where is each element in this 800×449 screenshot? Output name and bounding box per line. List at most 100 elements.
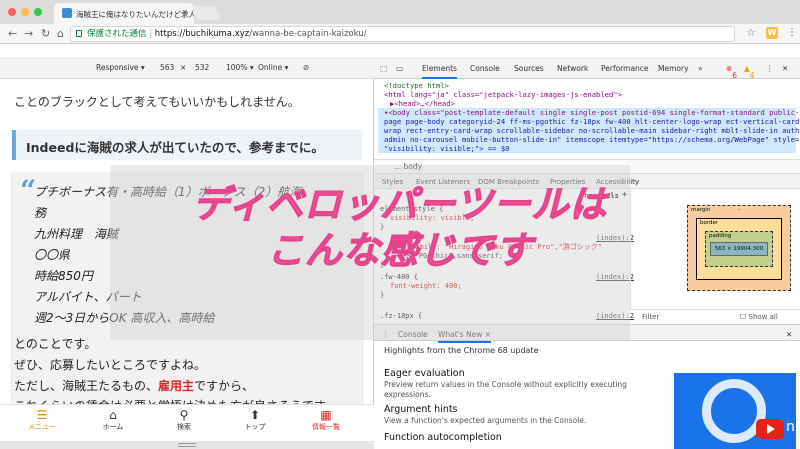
arrow-up-icon: ⬆ <box>249 408 261 422</box>
youtube-play-icon[interactable] <box>756 419 784 439</box>
tab-elements[interactable]: Elements <box>422 64 457 79</box>
extension-icon[interactable]: W <box>766 27 778 39</box>
nav-info-list-button[interactable]: ▦ 情報一覧 <box>296 408 356 432</box>
menu-icon: ☰ <box>36 408 48 422</box>
viewport-height-input[interactable]: 532 <box>195 63 209 72</box>
nav-label: メニュー <box>28 423 56 431</box>
tab-performance[interactable]: Performance <box>601 64 649 73</box>
inspect-element-icon[interactable]: ⬚ <box>380 64 387 73</box>
secure-connection-label: 保護された通信 <box>87 29 147 39</box>
gray-overlay <box>110 165 630 340</box>
device-select[interactable]: Responsive ▾ <box>96 63 145 72</box>
nav-top-button[interactable]: ⬆ トップ <box>225 408 285 432</box>
home-icon: ⌂ <box>109 408 117 422</box>
tab-title: 海賊王に俺はなりたいんだけど求人 <box>76 10 194 19</box>
browser-menu-icon[interactable]: ⋮ <box>787 27 797 38</box>
dimension-times: × <box>180 63 187 72</box>
nav-label: ホーム <box>102 423 124 431</box>
viewport-width-input[interactable]: 563 <box>160 63 174 72</box>
tab-close-icon[interactable]: ✕ <box>181 8 188 17</box>
highlights-title: Highlights from the Chrome 68 update <box>384 346 539 355</box>
body-text: とのことです。 <box>14 337 97 351</box>
feature-desc: View a function's expected arguments in … <box>384 416 587 425</box>
minimize-window-icon[interactable] <box>21 8 29 16</box>
box-padding: padding 563 × 19904.300 <box>705 231 773 267</box>
thumbnail-text: n <box>786 419 795 435</box>
maximize-window-icon[interactable] <box>34 8 42 16</box>
padding-label: padding <box>709 233 732 239</box>
margin-label: margin <box>691 207 711 213</box>
border-label: border <box>700 220 719 226</box>
box-border: border padding 563 × 19904.300 <box>696 218 782 280</box>
show-all-checkbox[interactable]: ☐ Show all <box>740 313 778 321</box>
dom-body-class: admin no-carousel mobile-button-slide-in… <box>378 135 799 144</box>
show-all-label: Show all <box>748 313 778 321</box>
heading-text: Indeedに海賊の求人が出ていたので、参考までに。 <box>26 140 324 155</box>
error-count-badge[interactable]: ⊗ 6 <box>726 64 737 80</box>
body-text: ぜひ、応募したいところですよね。 <box>14 358 207 372</box>
dom-head[interactable]: ▶<head>…</head> <box>390 99 455 108</box>
bookmark-star-icon[interactable]: ☆ <box>746 26 756 39</box>
device-mode-icon[interactable]: ▭ <box>396 64 403 73</box>
body-text-part: ただし、海賊王たるもの、 <box>14 379 159 393</box>
nav-label: トップ <box>244 423 266 431</box>
margin-top-value[interactable]: - <box>738 207 740 213</box>
reload-icon[interactable]: ↻ <box>41 27 50 40</box>
dom-body-style: "visibility: visible;"> == $0 <box>378 144 796 153</box>
nav-label: 情報一覧 <box>312 423 340 431</box>
nav-search-button[interactable]: ⚲ 検索 <box>154 408 214 432</box>
box-content-size[interactable]: 563 × 19904.300 <box>710 242 768 256</box>
quote-line: 九州料理 海賊 <box>34 227 119 241</box>
feature-title[interactable]: Eager evaluation <box>384 368 465 379</box>
tab-console[interactable]: Console <box>470 64 500 73</box>
devtools-menu-icon[interactable]: ⋮ <box>766 64 774 73</box>
dom-body-class: page page-body categoryid-24 ff-ms-pgoth… <box>378 117 800 126</box>
more-tabs-icon[interactable]: » <box>698 64 703 73</box>
nav-home-button[interactable]: ⌂ ホーム <box>83 408 143 432</box>
new-tab-button[interactable] <box>191 6 221 20</box>
viewport-resize-handle[interactable] <box>0 441 374 449</box>
home-icon[interactable]: ⌂ <box>57 27 64 40</box>
drawer-close-icon[interactable]: ✕ <box>786 330 792 339</box>
url-host: https://buchikuma.xyz <box>154 29 250 39</box>
dom-doctype[interactable]: <!doctype html> <box>384 81 449 90</box>
tab-network[interactable]: Network <box>557 64 588 73</box>
body-text: ただし、海賊王たるもの、雇用主ですから、 <box>14 377 254 394</box>
warning-count-badge[interactable]: ▲ 4 <box>744 64 755 80</box>
rotate-icon[interactable]: ⊘ <box>303 63 309 72</box>
active-tab[interactable]: 海賊王に俺はなりたいんだけど求人 ✕ <box>54 3 194 24</box>
url-path: /wanna-be-captain-kaizoku/ <box>249 29 367 39</box>
devtools-close-icon[interactable]: ✕ <box>782 64 788 73</box>
forward-icon[interactable]: → <box>24 27 33 40</box>
quote-line: 〇〇県 <box>34 248 71 262</box>
filter-input[interactable]: Filter <box>642 313 659 321</box>
video-thumbnail[interactable]: n <box>674 373 796 449</box>
back-icon[interactable]: ← <box>8 27 17 40</box>
feature-title[interactable]: Argument hints <box>384 404 458 415</box>
site-favicon-icon <box>62 8 72 18</box>
quote-line: 時給850円 <box>34 269 93 283</box>
zoom-select[interactable]: 100% ▾ <box>226 63 254 72</box>
dom-body-selected[interactable]: ▾<body class="post-template-default sing… <box>378 108 799 117</box>
close-window-icon[interactable] <box>8 8 16 16</box>
section-heading: Indeedに海賊の求人が出ていたので、参考までに。 <box>12 130 362 160</box>
page-text: ことのブラックとして考えてもいいかもしれません。 <box>14 95 300 109</box>
address-bar[interactable]: 保護された通信 | https://buchikuma.xyz/wanna-be… <box>70 26 735 42</box>
feature-desc: Preview return values in the Console wit… <box>384 380 627 399</box>
tab-sources[interactable]: Sources <box>514 64 544 73</box>
mobile-bottom-nav: ☰ メニュー ⌂ ホーム ⚲ 検索 ⬆ トップ ▦ 情報一覧 <box>0 404 374 441</box>
nav-label: 検索 <box>177 423 191 431</box>
devtools-tab-bar: ⬚ ▭ Elements Console Sources Network Per… <box>374 57 800 80</box>
grip-icon <box>178 443 196 447</box>
nav-menu-button[interactable]: ☰ メニュー <box>12 408 72 432</box>
list-icon: ▦ <box>320 408 332 422</box>
device-toolbar: Responsive ▾ 563 × 532 100% ▾ Online ▾ ⊘ <box>0 57 374 79</box>
employer-highlight: 雇用主 <box>158 379 195 393</box>
tab-memory[interactable]: Memory <box>658 64 689 73</box>
dom-body-class: wrap rect-entry-card-wrap scrollable-sid… <box>378 126 800 135</box>
network-throttle-select[interactable]: Online ▾ <box>258 63 288 72</box>
dom-html[interactable]: <html lang="ja" class="jetpack-lazy-imag… <box>384 90 622 99</box>
box-margin: margin - border padding 563 × 19904.300 <box>687 205 791 291</box>
feature-title[interactable]: Function autocompletion <box>384 432 502 443</box>
quote-line: 務 <box>34 206 47 220</box>
